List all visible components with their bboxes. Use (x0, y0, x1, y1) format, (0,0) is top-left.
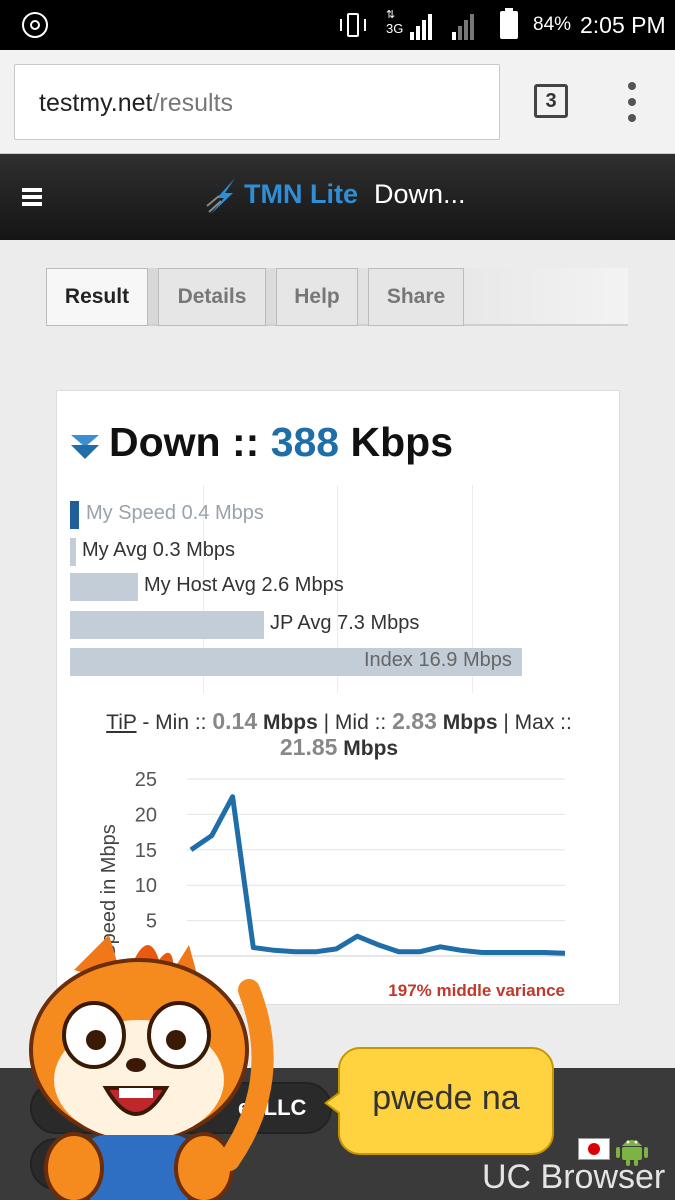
result-tabs: Result Details Help Share (46, 268, 628, 326)
vibrate-icon (340, 13, 366, 37)
download-speed-value: 388 (270, 419, 340, 465)
battery-percent: 84% (533, 14, 572, 35)
signal-icon (410, 14, 434, 40)
site-brand[interactable]: TMN Lite (244, 179, 358, 210)
tab-result[interactable]: Result (46, 268, 148, 326)
speech-bubble: pwede na (324, 1047, 554, 1155)
address-bar[interactable]: testmy.net/results (14, 64, 500, 140)
url-text: testmy.net/results (39, 89, 234, 117)
y-tick-label: 20 (135, 804, 157, 826)
network-type: ⇅ 3G (386, 9, 404, 36)
site-header: TMN Lite Down... (0, 154, 675, 240)
tip-link[interactable]: TiP (106, 711, 136, 734)
japan-flag-icon (578, 1138, 610, 1160)
browser-toolbar: testmy.net/results 3 (0, 50, 675, 154)
notification-icon (22, 12, 48, 38)
download-arrow-icon (71, 435, 99, 459)
clock: 2:05 PM (580, 12, 666, 38)
tab-share[interactable]: Share (368, 268, 464, 326)
download-speed-heading: Down :: 388 Kbps (109, 419, 454, 465)
y-tick-label: 25 (135, 769, 157, 791)
tab-switcher-button[interactable]: 3 (534, 84, 568, 118)
page-title: Down... (374, 179, 466, 209)
uc-browser-watermark: UC Browser (482, 1158, 666, 1196)
logo-bolt-icon (206, 178, 235, 214)
uc-squirrel-mascot (29, 935, 274, 1200)
result-card: Down :: 388 Kbps My Speed 0.4 Mbps My Av… (56, 390, 620, 1005)
tab-help[interactable]: Help (276, 268, 358, 326)
signal-sim2-icon (452, 14, 476, 40)
tab-details[interactable]: Details (158, 268, 266, 326)
status-bar: ⇅ 3G 84% 2:05 PM (0, 0, 675, 50)
y-tick-label: 10 (135, 875, 157, 897)
menu-icon[interactable] (22, 188, 42, 206)
overflow-menu-button[interactable] (624, 82, 640, 122)
battery-icon (500, 8, 518, 39)
variance-annotation: 197% middle variance (388, 981, 565, 1000)
y-tick-label: 15 (135, 840, 157, 862)
tip-summary: TiP - Min :: 0.14 Mbps | Mid :: 2.83 Mbp… (106, 708, 572, 760)
